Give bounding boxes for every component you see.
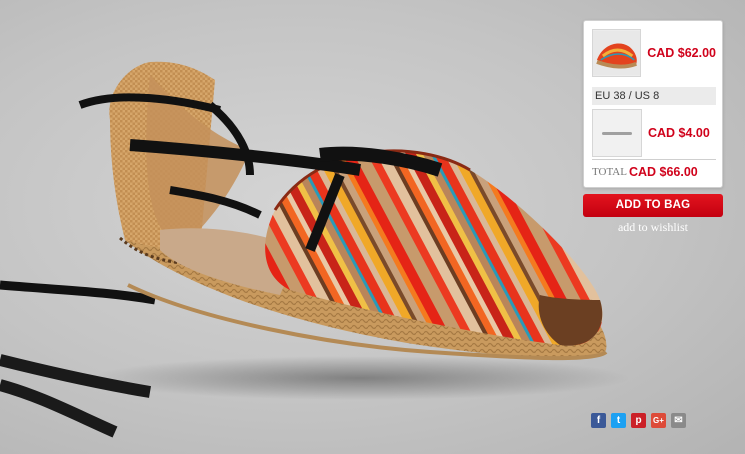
add-to-bag-button[interactable]: ADD TO BAG bbox=[583, 194, 723, 217]
share-icons: f t p G+ ✉ bbox=[591, 413, 691, 428]
total-value: CAD $66.00 bbox=[628, 165, 698, 179]
espadrille-thumbnail[interactable] bbox=[592, 29, 642, 77]
total-label: TOTAL bbox=[592, 166, 627, 178]
item-price: CAD $62.00 bbox=[647, 46, 716, 60]
size-selection: EU 38 / US 8 bbox=[592, 87, 716, 105]
email-icon[interactable]: ✉ bbox=[671, 413, 686, 428]
facebook-icon[interactable]: f bbox=[591, 413, 606, 428]
espadrille-thumbnail-icon bbox=[593, 30, 641, 76]
item-price: CAD $4.00 bbox=[648, 126, 710, 140]
add-to-wishlist-link[interactable]: add to wishlist bbox=[583, 220, 723, 235]
cart-divider bbox=[592, 159, 716, 160]
twitter-icon[interactable]: t bbox=[611, 413, 626, 428]
cart-summary-panel: CAD $62.00 EU 38 / US 8 CAD $4.00 TOTAL … bbox=[583, 20, 723, 188]
google-plus-icon[interactable]: G+ bbox=[651, 413, 666, 428]
placeholder-thumbnail[interactable] bbox=[592, 109, 642, 157]
cart-item-accessory[interactable]: CAD $4.00 bbox=[592, 109, 716, 157]
cart-item-espadrille[interactable]: CAD $62.00 bbox=[592, 29, 716, 77]
pinterest-icon[interactable]: p bbox=[631, 413, 646, 428]
minus-icon bbox=[602, 131, 632, 135]
cart-total: TOTAL CAD $66.00 bbox=[592, 163, 716, 181]
